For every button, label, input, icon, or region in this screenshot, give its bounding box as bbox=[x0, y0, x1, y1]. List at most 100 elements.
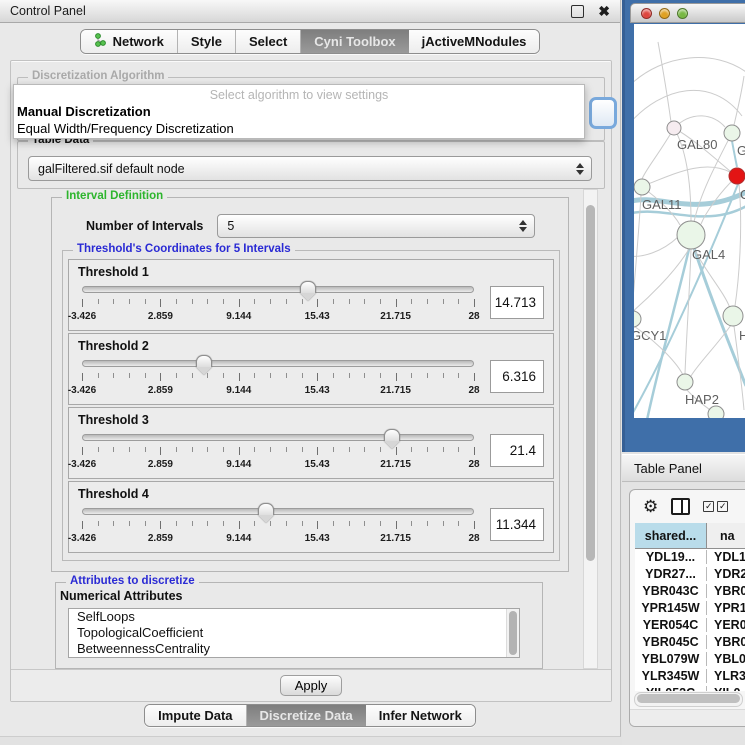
table-row[interactable]: YPR145WYPR1 bbox=[635, 599, 745, 616]
cell-name[interactable]: YDL1 bbox=[707, 550, 745, 564]
scrollbar-thumb[interactable] bbox=[509, 611, 517, 655]
cell-name[interactable]: YDR2 bbox=[707, 567, 745, 581]
cell-name[interactable]: YIL0 bbox=[707, 686, 745, 692]
tick-label: 9.144 bbox=[226, 385, 251, 396]
cell-shared-name[interactable]: YDR27... bbox=[635, 567, 707, 581]
scrollbar-thumb[interactable] bbox=[637, 694, 740, 703]
threshold-slider[interactable]: -3.4262.8599.14415.4321.71528 bbox=[82, 282, 474, 326]
network-node[interactable] bbox=[723, 306, 743, 326]
numerical-attributes-label: Numerical Attributes bbox=[60, 589, 542, 603]
slider-track[interactable] bbox=[82, 508, 474, 515]
gear-icon[interactable] bbox=[643, 497, 658, 517]
threshold-slider[interactable]: -3.4262.8599.14415.4321.71528 bbox=[82, 430, 474, 474]
table-row[interactable]: YBR043CYBR0 bbox=[635, 582, 745, 599]
cell-shared-name[interactable]: YBL079W bbox=[635, 652, 707, 666]
cell-shared-name[interactable]: YPR145W bbox=[635, 601, 707, 615]
table-row[interactable]: YBL079WYBL0 bbox=[635, 650, 745, 667]
algorithm-option-equal-width-frequency-discretization[interactable]: Equal Width/Frequency Discretization bbox=[14, 120, 584, 137]
checkbox-icon[interactable] bbox=[703, 501, 714, 512]
cell-shared-name[interactable]: YER054C bbox=[635, 618, 707, 632]
column-header-shared-name[interactable]: shared... bbox=[635, 523, 707, 549]
slider-ticks bbox=[82, 521, 474, 530]
tick-label: 28 bbox=[468, 385, 479, 396]
network-node[interactable] bbox=[667, 121, 681, 135]
network-node[interactable] bbox=[729, 168, 745, 184]
table-row[interactable]: YBR045CYBR0 bbox=[635, 633, 745, 650]
network-node[interactable] bbox=[677, 221, 705, 249]
checkbox-icon[interactable] bbox=[717, 501, 728, 512]
settings-scrollbar[interactable] bbox=[583, 189, 598, 669]
network-node-label: H bbox=[739, 328, 745, 343]
tick-label: 28 bbox=[468, 533, 479, 544]
threshold-value-field[interactable]: 11.344 bbox=[490, 508, 544, 541]
close-traffic-light[interactable] bbox=[641, 8, 652, 19]
minimize-traffic-light[interactable] bbox=[659, 8, 670, 19]
table-data-select[interactable]: galFiltered.sif default node bbox=[28, 156, 592, 181]
columns-icon[interactable] bbox=[671, 498, 690, 515]
table-row[interactable]: YER054CYER0 bbox=[635, 616, 745, 633]
table-row[interactable]: YLR345WYLR3 bbox=[635, 667, 745, 684]
cell-name[interactable]: YPR1 bbox=[707, 601, 745, 615]
tab-infer-network[interactable]: Infer Network bbox=[366, 705, 475, 726]
number-of-intervals-select[interactable]: 5 bbox=[217, 214, 535, 238]
tick-label: 2.859 bbox=[148, 459, 173, 470]
threshold-slider[interactable]: -3.4262.8599.14415.4321.71528 bbox=[82, 356, 474, 400]
attribute-item-topologicalcoefficient[interactable]: TopologicalCoefficient bbox=[69, 625, 519, 641]
cell-name[interactable]: YLR3 bbox=[707, 669, 745, 683]
threshold-value-field[interactable]: 6.316 bbox=[490, 360, 544, 393]
slider-track[interactable] bbox=[82, 434, 474, 441]
threshold-value-field[interactable]: 14.713 bbox=[490, 286, 544, 319]
cell-shared-name[interactable]: YBR043C bbox=[635, 584, 707, 598]
threshold-value-field[interactable]: 21.4 bbox=[490, 434, 544, 467]
cell-name[interactable]: YBL0 bbox=[707, 652, 745, 666]
network-node[interactable] bbox=[724, 125, 740, 141]
attributes-list-scrollbar[interactable] bbox=[506, 609, 519, 657]
cell-name[interactable]: YBR0 bbox=[707, 635, 745, 649]
tab-jactivemnodules[interactable]: jActiveMNodules bbox=[409, 30, 540, 53]
table-row[interactable]: YIL052CYIL0 bbox=[635, 684, 745, 691]
network-canvas[interactable]: GAL80GACGAL11GAL4GCY1HHAP2 bbox=[634, 24, 745, 418]
slider-thumb[interactable] bbox=[300, 281, 316, 301]
table-row[interactable]: YDL19...YDL1 bbox=[635, 548, 745, 565]
zoom-traffic-light[interactable] bbox=[677, 8, 688, 19]
close-window-button[interactable]: ✖ bbox=[598, 6, 610, 17]
cell-shared-name[interactable]: YLR345W bbox=[635, 669, 707, 683]
column-header-name[interactable]: na bbox=[707, 523, 745, 549]
tab-cyni-toolbox[interactable]: Cyni Toolbox bbox=[301, 30, 408, 53]
attribute-item-betweennesscentrality[interactable]: BetweennessCentrality bbox=[69, 641, 519, 657]
apply-button[interactable]: Apply bbox=[280, 675, 343, 696]
slider-thumb[interactable] bbox=[258, 503, 274, 523]
network-node[interactable] bbox=[677, 374, 693, 390]
cell-shared-name[interactable]: YBR045C bbox=[635, 635, 707, 649]
network-node[interactable] bbox=[634, 179, 650, 195]
network-node[interactable] bbox=[634, 311, 641, 327]
attribute-item-selfloops[interactable]: SelfLoops bbox=[69, 609, 519, 625]
table-row[interactable]: YDR27...YDR2 bbox=[635, 565, 745, 582]
slider-thumb[interactable] bbox=[384, 429, 400, 449]
tab-discretize-data[interactable]: Discretize Data bbox=[247, 705, 366, 726]
algorithm-option-manual-discretization[interactable]: Manual Discretization bbox=[14, 103, 584, 120]
cell-shared-name[interactable]: YDL19... bbox=[635, 550, 707, 564]
slider-thumb[interactable] bbox=[196, 355, 212, 375]
table-horizontal-scrollbar[interactable] bbox=[634, 692, 743, 707]
tab-style[interactable]: Style bbox=[178, 30, 236, 53]
network-node[interactable] bbox=[708, 406, 724, 418]
cell-name[interactable]: YBR0 bbox=[707, 584, 745, 598]
threshold-slider[interactable]: -3.4262.8599.14415.4321.71528 bbox=[82, 504, 474, 548]
cell-name[interactable]: YER0 bbox=[707, 618, 745, 632]
algorithm-combobox-focus-ring[interactable] bbox=[589, 97, 617, 129]
cell-shared-name[interactable]: YIL052C bbox=[635, 686, 707, 692]
tab-select[interactable]: Select bbox=[236, 30, 301, 53]
numerical-attributes-list[interactable]: SelfLoopsTopologicalCoefficientBetweenne… bbox=[68, 608, 520, 658]
tick-label: 21.715 bbox=[380, 533, 411, 544]
settings-viewport: Interval Definition Number of Intervals … bbox=[15, 189, 581, 669]
slider-track[interactable] bbox=[82, 360, 474, 367]
scrollbar-thumb[interactable] bbox=[586, 205, 595, 561]
float-window-button[interactable] bbox=[571, 5, 584, 18]
tab-impute-data[interactable]: Impute Data bbox=[145, 705, 246, 726]
network-icon bbox=[94, 33, 107, 50]
slider-track[interactable] bbox=[82, 286, 474, 293]
tab-network[interactable]: Network bbox=[81, 30, 178, 53]
network-edge bbox=[634, 237, 678, 256]
table-panel: shared... na YDL19...YDL1YDR27...YDR2YBR… bbox=[622, 483, 745, 745]
